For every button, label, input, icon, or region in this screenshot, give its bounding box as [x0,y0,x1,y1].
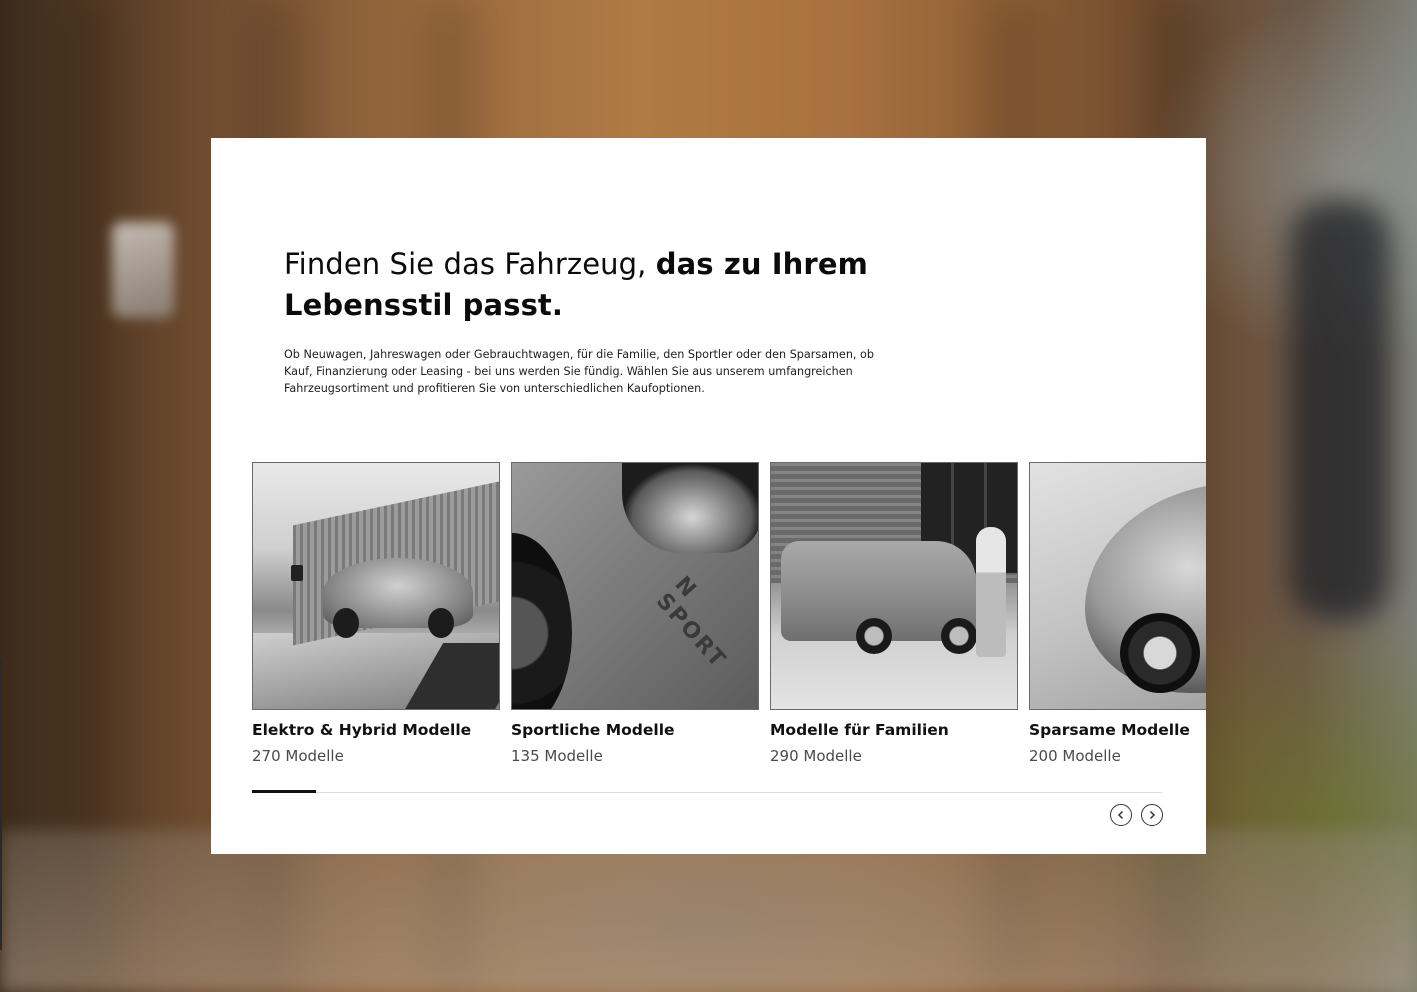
category-count: 135 Modelle [511,747,603,765]
category-title: Modelle für Familien [770,721,949,739]
electric-car-image [252,462,500,710]
family-van-image [770,462,1018,710]
chevron-right-icon [1149,810,1156,820]
intro-text: Ob Neuwagen, Jahreswagen oder Gebrauchtw… [284,348,874,395]
slider-progress-bar [252,790,316,793]
category-slider[interactable]: Elektro & Hybrid Modelle 270 Modelle N S… [252,462,1206,782]
sport-lettering: N SPORT [650,571,731,674]
slider-next-button[interactable] [1141,804,1163,826]
chevron-left-icon [1117,810,1124,820]
category-count: 270 Modelle [252,747,344,765]
slider-prev-button[interactable] [1110,804,1132,826]
category-title: Sparsame Modelle [1029,721,1190,739]
category-tile-electric[interactable]: Elektro & Hybrid Modelle 270 Modelle [252,462,500,765]
vehicle-finder-card: Finden Sie das Fahrzeug, das zu Ihrem Le… [211,138,1206,854]
slider-progress-track [252,792,1162,793]
category-count: 290 Modelle [770,747,862,765]
economical-car-image [1029,462,1206,710]
page-title: Finden Sie das Fahrzeug, das zu Ihrem Le… [284,244,924,326]
category-tile-sport[interactable]: N SPORT Sportliche Modelle 135 Modelle [511,462,759,765]
category-title: Elektro & Hybrid Modelle [252,721,472,739]
category-title: Sportliche Modelle [511,721,675,739]
category-tile-economical[interactable]: Sparsame Modelle 200 Modelle [1029,462,1206,765]
category-tile-family[interactable]: Modelle für Familien 290 Modelle [770,462,1018,765]
sport-car-image: N SPORT [511,462,759,710]
title-regular: Finden Sie das Fahrzeug, [284,247,656,281]
category-count: 200 Modelle [1029,747,1121,765]
